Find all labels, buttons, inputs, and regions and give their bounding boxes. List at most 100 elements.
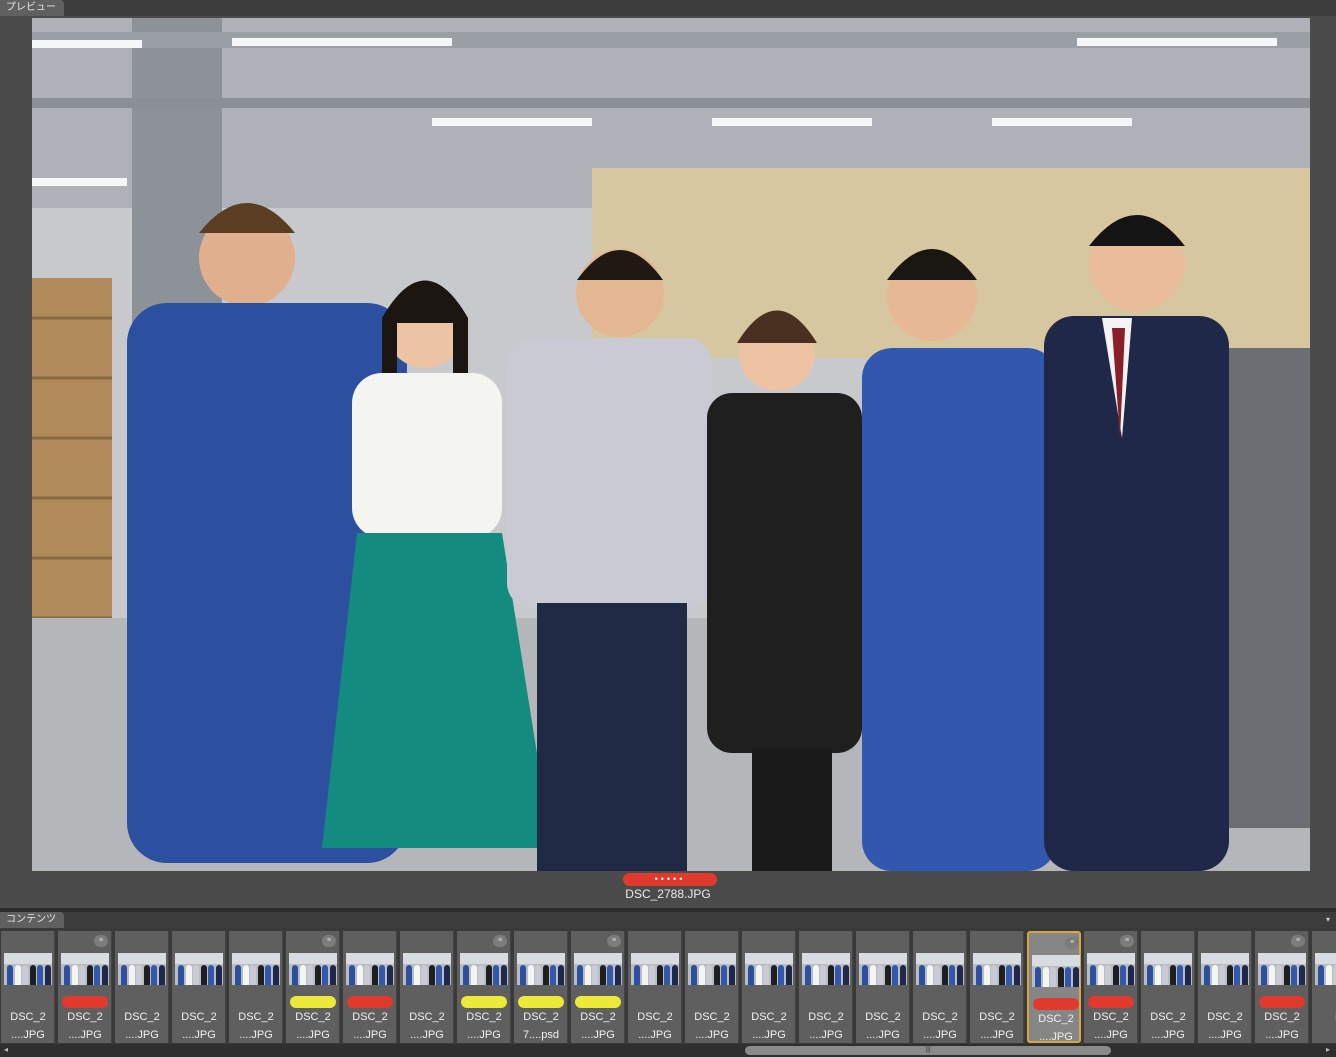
thumbnail-filename-line1: DSC_2 [1093,1011,1129,1023]
scroll-right-icon[interactable]: ▸ [1326,1045,1330,1054]
preview-filename: DSC_2788.JPG [625,887,711,901]
thumbnail-image [859,953,907,985]
thumbnail-item[interactable]: ≡ DSC_2 ....JPG [571,931,625,1043]
stack-badge-icon: ≡ [94,935,108,947]
thumbnail-item[interactable]: DSC_2 ....JPG [856,931,910,1043]
thumbnail-item[interactable]: DSC_2 ....JPG [229,931,283,1043]
thumbnail-filename-line2: ....JPG [239,1029,273,1041]
thumbnail-item[interactable]: DSC_2 7....psd [514,931,568,1043]
scrollbar-thumb[interactable]: ||| [745,1046,1111,1055]
stack-badge-icon: ≡ [607,935,621,947]
panel-menu-icon[interactable]: ▾ [1326,915,1330,924]
thumbnail-item[interactable]: ≡ DSC_2 ....JPG [1084,931,1138,1043]
filmstrip: DSC_2 ....JPG ≡ DSC_2 ....JPG DSC_2 ....JPG DSC… [0,928,1336,1044]
color-label [1033,998,1079,1010]
thumbnail-filename-line2: ....JPG [809,1029,843,1041]
color-label [1259,996,1305,1008]
thumbnail-item[interactable]: DSC_2 ....JPG [1,931,55,1043]
thumbnail-filename-line2: ....JPG [125,1029,159,1041]
stack-badge-icon: ≡ [1065,937,1079,949]
preview-panel-header [0,0,1336,16]
thumbnail-image [1201,953,1249,985]
preview-photo-illustration [32,18,1310,871]
thumbnail-filename-line2: ....JPG [353,1029,387,1041]
thumbnail-filename-line2: ....JPG [695,1029,729,1041]
color-label-pill: ••••• [623,873,717,886]
thumbnail-image [1087,953,1135,985]
thumbnail-item[interactable]: DSC_2 ....JPG [913,931,967,1043]
color-label [62,996,108,1008]
thumbnail-image [1144,953,1192,985]
thumbnail-filename-line2: ....JPG [296,1029,330,1041]
contents-panel-header [0,912,1336,928]
thumbnail-image [289,953,337,985]
stack-badge-icon: ≡ [1291,935,1305,947]
thumbnail-filename-line2: ....JPG [11,1029,45,1041]
color-label [575,996,621,1008]
preview-panel-tab[interactable]: プレビュー [0,0,64,16]
thumbnail-item[interactable]: DSC_2 ....JPG [343,931,397,1043]
thumbnail-filename-line1: DSC_2 [295,1011,331,1023]
thumbnail-filename-line1: DSC_2 [808,1011,844,1023]
thumbnail-image [916,953,964,985]
thumbnail-item[interactable]: ≡ DSC_2 ....JPG [286,931,340,1043]
preview-image[interactable] [32,18,1310,871]
thumbnail-filename-line2: ....JPG [923,1029,957,1041]
thumbnail-item[interactable]: DSC_2 ....JPG [685,931,739,1043]
thumbnail-filename-line2: ....JPG [866,1029,900,1041]
stack-badge-icon: ≡ [322,935,336,947]
thumbnail-item[interactable]: ≡ DSC_2 ....JPG [1255,931,1309,1043]
thumbnail-item[interactable]: DSC_2 ....JPG [628,931,682,1043]
thumbnail-item[interactable]: DSC_2 ....JPG [742,931,796,1043]
thumbnail-item[interactable]: DSC_2 ....JPG [115,931,169,1043]
thumbnail-filename-line1: DSC_2 [352,1011,388,1023]
thumbnail-filename-line1: DSC_2 [10,1011,46,1023]
thumbnail-image [574,953,622,985]
thumbnail-filename-line1: DSC_2 [523,1011,559,1023]
thumbnail-image [61,953,109,985]
thumbnail-filename-line1: DSC_2 [922,1011,958,1023]
thumbnail-filename-line1: D [1312,1011,1336,1023]
thumbnail-filename-line1: DSC_2 [865,1011,901,1023]
color-label [347,996,393,1008]
thumbnail-image [232,953,280,985]
contents-panel-tab[interactable]: コンテンツ [0,912,64,928]
thumbnail-filename-line2: ....JPG [68,1029,102,1041]
thumbnail-item[interactable]: ≡ DSC_2 ....JPG [457,931,511,1043]
thumbnail-image [403,953,451,985]
thumbnail-filename-line1: DSC_2 [67,1011,103,1023]
thumbnail-item[interactable]: DSC_2 ....JPG [400,931,454,1043]
thumbnail-filename-line2: ....JPG [980,1029,1014,1041]
thumbnail-list: DSC_2 ....JPG ≡ DSC_2 ....JPG DSC_2 ....JPG DSC… [0,928,1336,1044]
thumbnail-image [346,953,394,985]
thumbnail-filename-line2: ....JPG [1039,1031,1073,1043]
thumbnail-filename-line2: 7....psd [522,1029,560,1041]
thumbnail-filename-line1: DSC_2 [124,1011,160,1023]
scroll-left-icon[interactable]: ◂ [4,1045,8,1054]
thumbnail-filename-line1: DSC_2 [979,1011,1015,1023]
thumbnail-image [460,953,508,985]
thumbnail-image [1315,953,1336,985]
thumbnail-filename-line2: ....JPG [638,1029,672,1041]
thumbnail-filename-line1: DSC_2 [238,1011,274,1023]
thumbnail-item[interactable]: DSC_2 ....JPG [1141,931,1195,1043]
thumbnail-item[interactable]: DSC_2 ....JPG [970,931,1024,1043]
thumbnail-image [631,953,679,985]
thumbnail-item[interactable]: D [1312,931,1336,1043]
thumbnail-item[interactable]: DSC_2 ....JPG [799,931,853,1043]
thumbnail-item[interactable]: DSC_2 ....JPG [172,931,226,1043]
thumbnail-item[interactable]: ≡ DSC_2 ....JPG [58,931,112,1043]
color-label [461,996,507,1008]
thumbnail-filename-line1: DSC_2 [1150,1011,1186,1023]
color-label [518,996,564,1008]
thumbnail-image [175,953,223,985]
thumbnail-filename-line2: ....JPG [752,1029,786,1041]
thumbnail-item[interactable]: DSC_2 ....JPG [1198,931,1252,1043]
thumbnail-filename-line1: DSC_2 [1264,1011,1300,1023]
thumbnail-image [973,953,1021,985]
horizontal-scrollbar[interactable]: ◂ ||| ▸ [0,1044,1336,1057]
thumbnail-filename-line2: ....JPG [1208,1029,1242,1041]
thumbnail-filename-line2: ....JPG [1094,1029,1128,1041]
thumbnail-filename-line1: DSC_2 [694,1011,730,1023]
thumbnail-item[interactable]: ≡ DSC_2 ....JPG [1027,931,1081,1043]
